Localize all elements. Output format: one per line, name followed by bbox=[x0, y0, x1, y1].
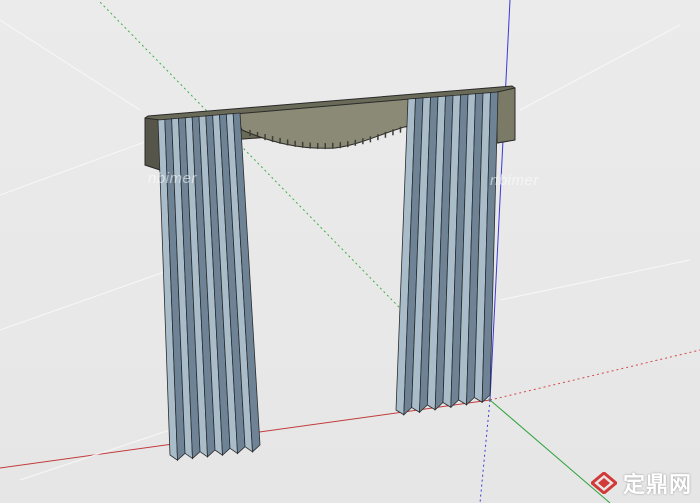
zhulong-logo-icon bbox=[590, 472, 617, 494]
watermark-left: nbimer bbox=[148, 170, 197, 187]
modeling-viewport[interactable]: nbimer nbimer 定鼎网 bbox=[0, 0, 700, 503]
blue-axis-dotted bbox=[479, 399, 491, 503]
guide-lines bbox=[0, 19, 691, 481]
model-scene[interactable] bbox=[0, 0, 700, 503]
brand-watermark: 定鼎网 bbox=[590, 467, 692, 499]
right-curtain-panel[interactable] bbox=[395, 91, 499, 416]
left-curtain-panel[interactable] bbox=[157, 112, 261, 462]
watermark-right: nbimer bbox=[490, 172, 539, 189]
brand-text: 定鼎网 bbox=[622, 473, 692, 498]
red-axis-dotted bbox=[489, 349, 700, 401]
